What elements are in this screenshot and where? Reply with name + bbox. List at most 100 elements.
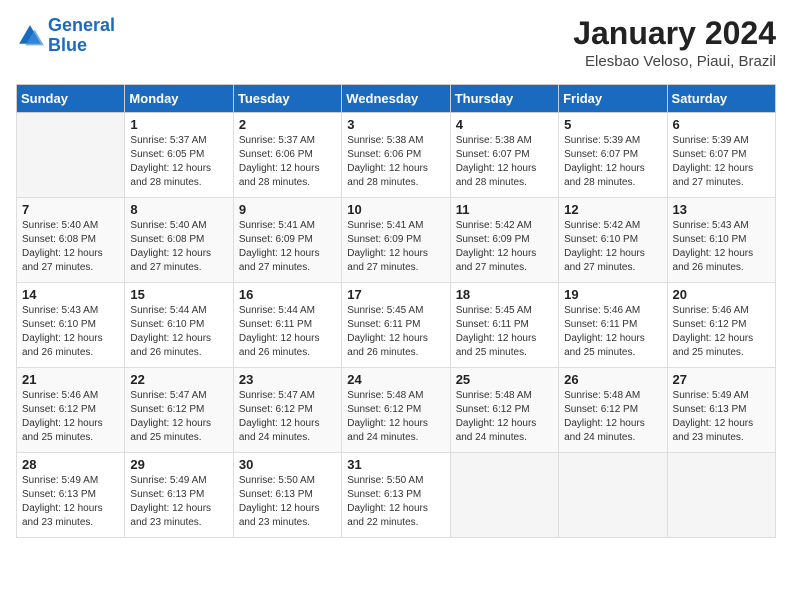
header-row: SundayMondayTuesdayWednesdayThursdayFrid… <box>17 85 776 113</box>
day-number: 29 <box>130 457 227 472</box>
day-info: Sunrise: 5:42 AMSunset: 6:10 PMDaylight:… <box>564 219 661 275</box>
day-cell: 24 Sunrise: 5:48 AMSunset: 6:12 PMDayligh… <box>342 368 450 453</box>
day-info: Sunrise: 5:46 AMSunset: 6:11 PMDaylight:… <box>564 304 661 360</box>
day-cell: 27 Sunrise: 5:49 AMSunset: 6:13 PMDayligh… <box>667 368 775 453</box>
day-cell: 4 Sunrise: 5:38 AMSunset: 6:07 PMDaylight… <box>450 113 558 198</box>
day-number: 31 <box>347 457 444 472</box>
day-info: Sunrise: 5:38 AMSunset: 6:07 PMDaylight:… <box>456 134 553 190</box>
day-cell: 31 Sunrise: 5:50 AMSunset: 6:13 PMDayligh… <box>342 453 450 538</box>
day-number: 8 <box>130 202 227 217</box>
header-cell-tuesday: Tuesday <box>233 85 341 113</box>
day-info: Sunrise: 5:39 AMSunset: 6:07 PMDaylight:… <box>564 134 661 190</box>
day-info: Sunrise: 5:48 AMSunset: 6:12 PMDaylight:… <box>347 389 444 445</box>
header-cell-friday: Friday <box>559 85 667 113</box>
day-number: 27 <box>673 372 770 387</box>
day-info: Sunrise: 5:39 AMSunset: 6:07 PMDaylight:… <box>673 134 770 190</box>
location: Elesbao Veloso, Piaui, Brazil <box>573 53 776 70</box>
day-number: 11 <box>456 202 553 217</box>
day-cell: 30 Sunrise: 5:50 AMSunset: 6:13 PMDayligh… <box>233 453 341 538</box>
day-cell: 16 Sunrise: 5:44 AMSunset: 6:11 PMDayligh… <box>233 283 341 368</box>
week-row-5: 28 Sunrise: 5:49 AMSunset: 6:13 PMDayligh… <box>17 453 776 538</box>
header-cell-monday: Monday <box>125 85 233 113</box>
day-info: Sunrise: 5:38 AMSunset: 6:06 PMDaylight:… <box>347 134 444 190</box>
day-cell: 8 Sunrise: 5:40 AMSunset: 6:08 PMDaylight… <box>125 198 233 283</box>
day-cell <box>450 453 558 538</box>
day-number: 23 <box>239 372 336 387</box>
day-info: Sunrise: 5:49 AMSunset: 6:13 PMDaylight:… <box>130 474 227 530</box>
day-info: Sunrise: 5:50 AMSunset: 6:13 PMDaylight:… <box>239 474 336 530</box>
day-cell: 9Sunrise: 5:41 AMSunset: 6:09 PMDaylight… <box>233 198 341 283</box>
week-row-4: 21 Sunrise: 5:46 AMSunset: 6:12 PMDayligh… <box>17 368 776 453</box>
title-block: January 2024 Elesbao Veloso, Piaui, Braz… <box>573 16 776 70</box>
day-cell: 12 Sunrise: 5:42 AMSunset: 6:10 PMDayligh… <box>559 198 667 283</box>
day-number: 9 <box>239 202 336 217</box>
day-number: 25 <box>456 372 553 387</box>
day-number: 28 <box>22 457 119 472</box>
day-number: 6 <box>673 117 770 132</box>
page-header: GeneralBlue January 2024 Elesbao Veloso,… <box>16 16 776 70</box>
day-info: Sunrise: 5:48 AMSunset: 6:12 PMDaylight:… <box>456 389 553 445</box>
day-info: Sunrise: 5:43 AMSunset: 6:10 PMDaylight:… <box>673 219 770 275</box>
day-number: 1 <box>130 117 227 132</box>
day-cell <box>559 453 667 538</box>
day-cell: 5 Sunrise: 5:39 AMSunset: 6:07 PMDaylight… <box>559 113 667 198</box>
day-cell: 10 Sunrise: 5:41 AMSunset: 6:09 PMDayligh… <box>342 198 450 283</box>
day-number: 14 <box>22 287 119 302</box>
day-cell: 3Sunrise: 5:38 AMSunset: 6:06 PMDaylight… <box>342 113 450 198</box>
day-number: 15 <box>130 287 227 302</box>
day-cell: 15Sunrise: 5:44 AMSunset: 6:10 PMDayligh… <box>125 283 233 368</box>
day-number: 21 <box>22 372 119 387</box>
day-cell: 17 Sunrise: 5:45 AMSunset: 6:11 PMDayligh… <box>342 283 450 368</box>
day-cell: 11 Sunrise: 5:42 AMSunset: 6:09 PMDayligh… <box>450 198 558 283</box>
day-number: 17 <box>347 287 444 302</box>
day-cell: 25 Sunrise: 5:48 AMSunset: 6:12 PMDayligh… <box>450 368 558 453</box>
day-number: 24 <box>347 372 444 387</box>
day-number: 16 <box>239 287 336 302</box>
day-cell: 29 Sunrise: 5:49 AMSunset: 6:13 PMDayligh… <box>125 453 233 538</box>
day-cell <box>17 113 125 198</box>
day-cell <box>667 453 775 538</box>
day-info: Sunrise: 5:46 AMSunset: 6:12 PMDaylight:… <box>673 304 770 360</box>
day-info: Sunrise: 5:47 AMSunset: 6:12 PMDaylight:… <box>239 389 336 445</box>
logo: GeneralBlue <box>16 16 115 56</box>
header-cell-sunday: Sunday <box>17 85 125 113</box>
header-cell-wednesday: Wednesday <box>342 85 450 113</box>
day-number: 2 <box>239 117 336 132</box>
day-cell: 26Sunrise: 5:48 AMSunset: 6:12 PMDayligh… <box>559 368 667 453</box>
day-info: Sunrise: 5:45 AMSunset: 6:11 PMDaylight:… <box>347 304 444 360</box>
day-number: 12 <box>564 202 661 217</box>
day-cell: 19 Sunrise: 5:46 AMSunset: 6:11 PMDayligh… <box>559 283 667 368</box>
day-cell: 6 Sunrise: 5:39 AMSunset: 6:07 PMDaylight… <box>667 113 775 198</box>
day-cell: 14 Sunrise: 5:43 AMSunset: 6:10 PMDayligh… <box>17 283 125 368</box>
day-number: 19 <box>564 287 661 302</box>
day-cell: 1Sunrise: 5:37 AMSunset: 6:05 PMDaylight… <box>125 113 233 198</box>
day-cell: 18 Sunrise: 5:45 AMSunset: 6:11 PMDayligh… <box>450 283 558 368</box>
day-info: Sunrise: 5:42 AMSunset: 6:09 PMDaylight:… <box>456 219 553 275</box>
day-info: Sunrise: 5:46 AMSunset: 6:12 PMDaylight:… <box>22 389 119 445</box>
month-year: January 2024 <box>573 16 776 51</box>
day-info: Sunrise: 5:50 AMSunset: 6:13 PMDaylight:… <box>347 474 444 530</box>
day-cell: 2Sunrise: 5:37 AMSunset: 6:06 PMDaylight… <box>233 113 341 198</box>
calendar-table: SundayMondayTuesdayWednesdayThursdayFrid… <box>16 84 776 538</box>
header-cell-thursday: Thursday <box>450 85 558 113</box>
logo-icon <box>16 22 44 50</box>
day-number: 30 <box>239 457 336 472</box>
week-row-1: 1Sunrise: 5:37 AMSunset: 6:05 PMDaylight… <box>17 113 776 198</box>
day-info: Sunrise: 5:45 AMSunset: 6:11 PMDaylight:… <box>456 304 553 360</box>
day-cell: 7Sunrise: 5:40 AMSunset: 6:08 PMDaylight… <box>17 198 125 283</box>
day-info: Sunrise: 5:49 AMSunset: 6:13 PMDaylight:… <box>673 389 770 445</box>
day-info: Sunrise: 5:49 AMSunset: 6:13 PMDaylight:… <box>22 474 119 530</box>
day-number: 10 <box>347 202 444 217</box>
day-number: 22 <box>130 372 227 387</box>
day-info: Sunrise: 5:43 AMSunset: 6:10 PMDaylight:… <box>22 304 119 360</box>
day-info: Sunrise: 5:40 AMSunset: 6:08 PMDaylight:… <box>130 219 227 275</box>
day-number: 18 <box>456 287 553 302</box>
day-info: Sunrise: 5:48 AMSunset: 6:12 PMDaylight:… <box>564 389 661 445</box>
day-cell: 20Sunrise: 5:46 AMSunset: 6:12 PMDayligh… <box>667 283 775 368</box>
day-info: Sunrise: 5:44 AMSunset: 6:11 PMDaylight:… <box>239 304 336 360</box>
day-number: 13 <box>673 202 770 217</box>
day-number: 4 <box>456 117 553 132</box>
day-number: 5 <box>564 117 661 132</box>
day-cell: 21 Sunrise: 5:46 AMSunset: 6:12 PMDayligh… <box>17 368 125 453</box>
day-info: Sunrise: 5:41 AMSunset: 6:09 PMDaylight:… <box>347 219 444 275</box>
